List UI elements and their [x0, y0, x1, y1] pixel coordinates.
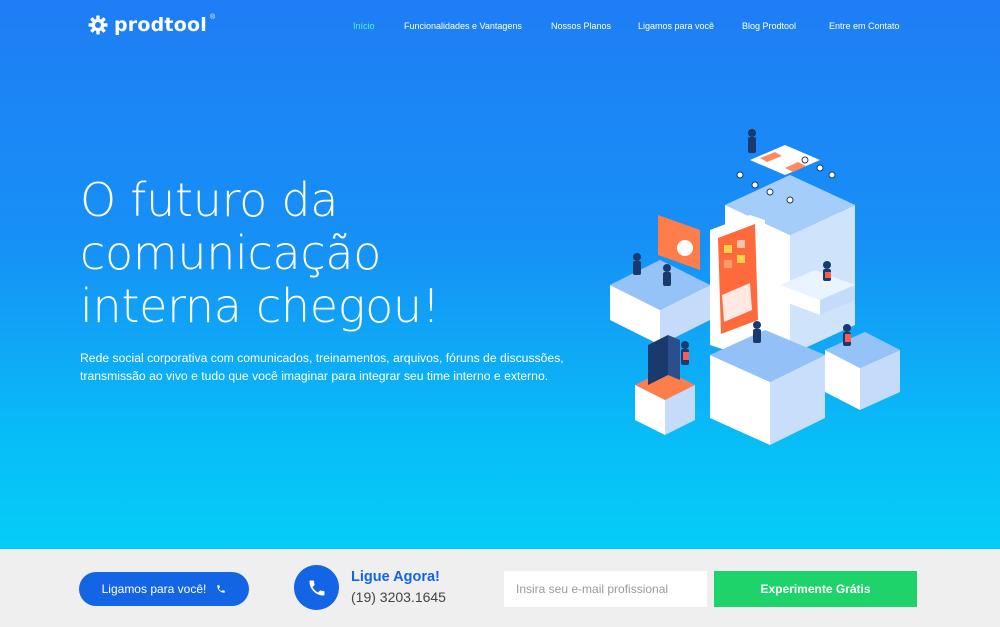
call-me-label: Ligamos para você! [101, 582, 207, 596]
nav-item-ligamos[interactable]: Ligamos para você [638, 21, 714, 31]
try-free-label: Experimente Grátis [760, 582, 871, 596]
hero-section: prodtool ® Início Funcionalidades e Vant… [0, 0, 1000, 549]
call-phone-number[interactable]: (19) 3203.1645 [351, 589, 446, 605]
cta-bar: Ligamos para você! Ligue Agora! (19) 320… [0, 549, 1000, 627]
call-me-button[interactable]: Ligamos para você! [79, 572, 249, 606]
headline-line-2: comunicação [80, 226, 382, 280]
nav-item-blog[interactable]: Blog Prodtool [742, 21, 796, 31]
try-free-button[interactable]: Experimente Grátis [714, 571, 917, 607]
nav-item-inicio[interactable]: Início [353, 21, 375, 31]
phone-icon [217, 585, 226, 593]
call-now-title: Ligue Agora! [351, 569, 440, 585]
email-field[interactable] [504, 571, 707, 607]
main-nav: Início Funcionalidades e Vantagens Nosso… [0, 21, 1000, 35]
nav-item-planos[interactable]: Nossos Planos [551, 21, 611, 31]
phone-icon [309, 580, 324, 595]
subtitle-line-1: Rede social corporativa com comunicados,… [80, 351, 564, 365]
nav-item-contato[interactable]: Entre em Contato [829, 21, 900, 31]
nav-item-funcionalidades[interactable]: Funcionalidades e Vantagens [404, 21, 522, 31]
phone-circle-icon [294, 565, 339, 610]
subtitle-line-2: transmissão ao vivo e tudo que você imag… [80, 369, 549, 383]
headline-line-3: interna chegou! [80, 279, 440, 333]
hero-headline: O futuro da comunicação interna chegou! [80, 174, 560, 333]
registered-mark: ® [209, 13, 216, 21]
base-blocks [610, 129, 900, 445]
isometric-office-illustration [610, 129, 900, 445]
hero-subtitle: Rede social corporativa com comunicados,… [80, 349, 580, 385]
headline-line-1: O futuro da [80, 173, 339, 227]
